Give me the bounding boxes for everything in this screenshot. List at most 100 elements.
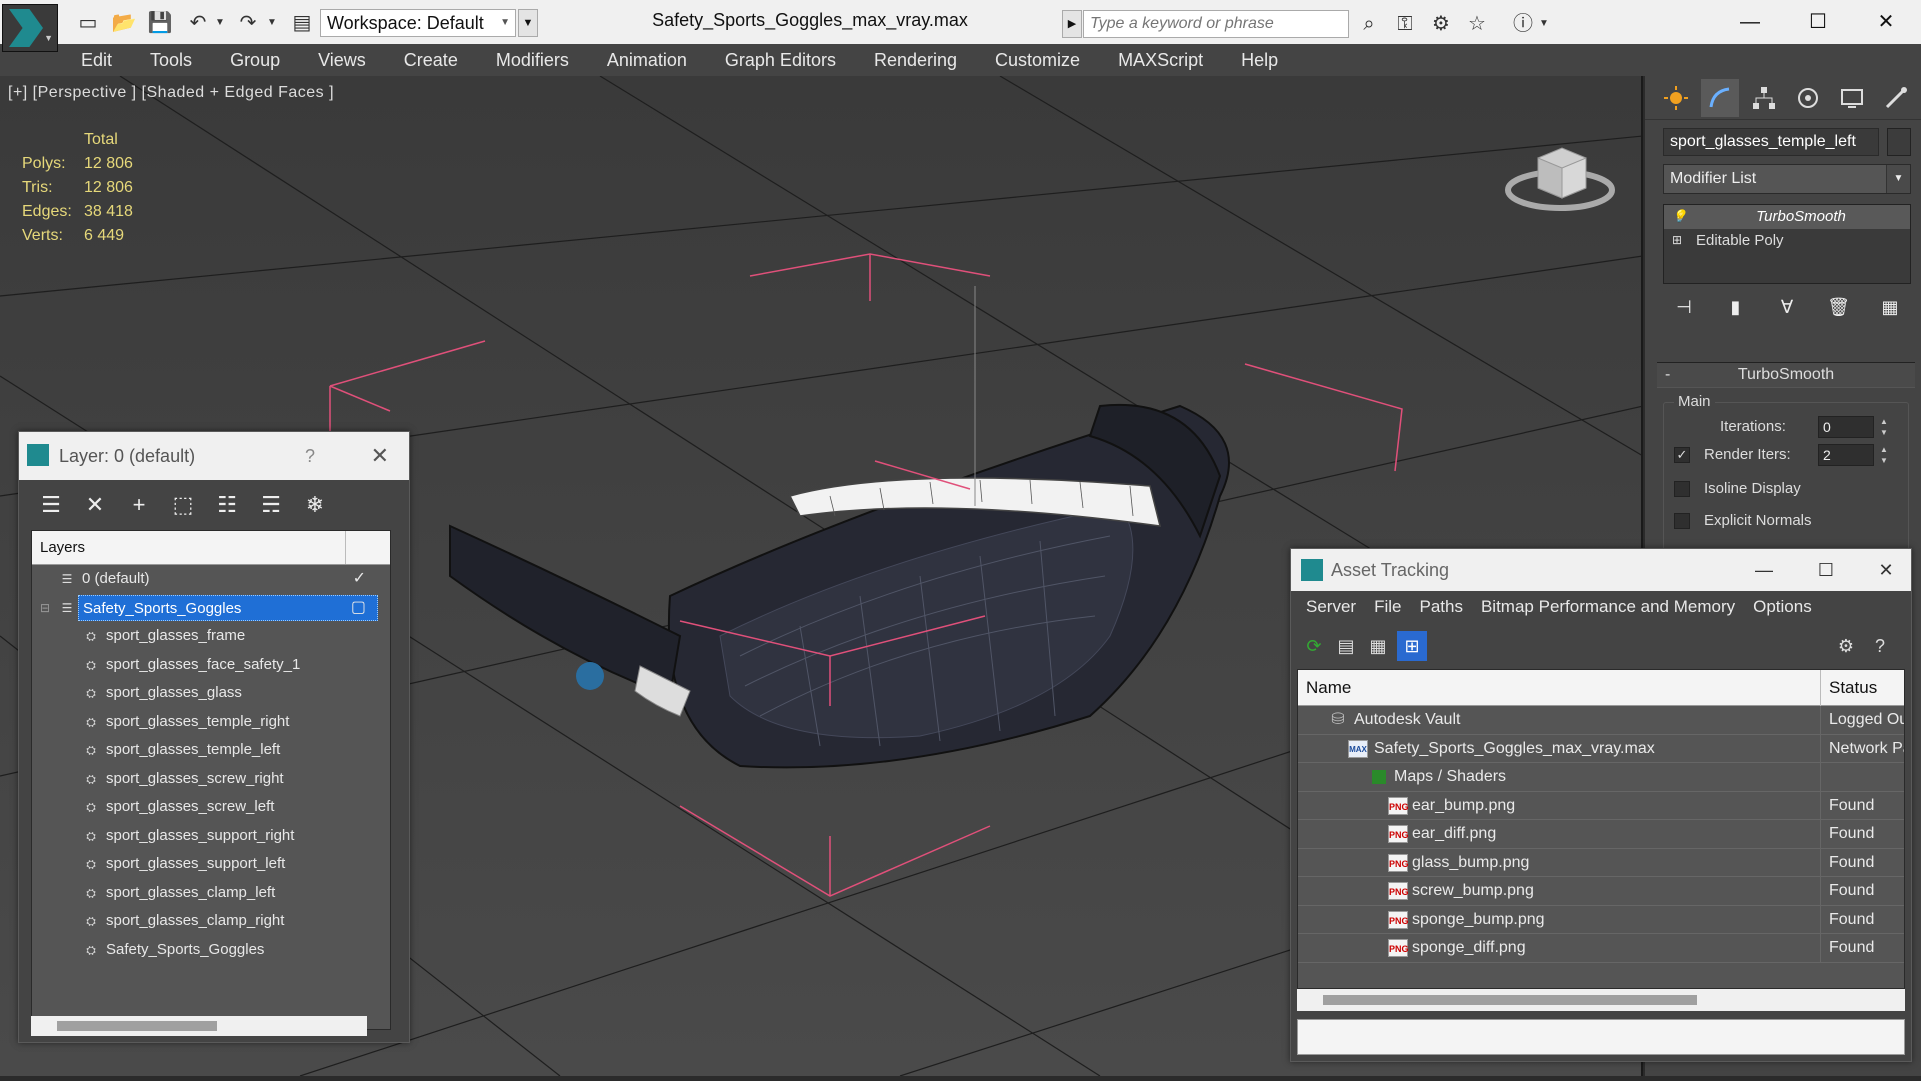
utilities-tab-icon[interactable] <box>1877 79 1915 117</box>
lightbulb-icon[interactable]: 💡 <box>1672 209 1687 223</box>
asset-menu-bitmap-performance[interactable]: Bitmap Performance and Memory <box>1472 591 1744 623</box>
create-layer-icon[interactable]: ☰ <box>35 489 67 521</box>
search-expand-button[interactable]: ▶ <box>1062 10 1082 38</box>
key-icon[interactable]: ⚿ <box>1390 10 1420 38</box>
expand-plus-icon[interactable]: ⊞ <box>1672 233 1686 247</box>
search-input[interactable] <box>1083 10 1349 38</box>
object-row[interactable]: ⛭ sport_glasses_support_right <box>32 822 390 851</box>
render-iters-checkbox[interactable]: ✓ <box>1674 447 1690 463</box>
new-file-icon[interactable]: ▭ <box>72 8 104 36</box>
delete-layer-icon[interactable]: ✕ <box>79 489 111 521</box>
spinner-arrows-icon[interactable]: ▲ ▼ <box>1878 444 1890 466</box>
modifier-list-dropdown[interactable]: Modifier List ▼ <box>1663 164 1911 194</box>
viewport-label[interactable]: [+] [Perspective ] [Shaded + Edged Faces… <box>8 84 334 102</box>
show-end-result-icon[interactable]: ▮ <box>1723 292 1749 322</box>
asset-row[interactable]: ⛁ Autodesk Vault Logged Ou <box>1298 706 1904 735</box>
column-header-status[interactable]: Status <box>1820 670 1877 706</box>
vault-login-icon[interactable]: ⚙ <box>1831 631 1861 661</box>
maximize-button[interactable]: ☐ <box>1801 549 1851 591</box>
asset-menu-server[interactable]: Server <box>1297 591 1365 623</box>
thumbnail-view-icon[interactable]: ▦ <box>1363 631 1393 661</box>
display-tab-icon[interactable] <box>1833 79 1871 117</box>
stack-item-editable-poly[interactable]: ⊞ Editable Poly <box>1664 229 1910 253</box>
menu-rendering[interactable]: Rendering <box>855 44 976 76</box>
object-row[interactable]: ⛭ sport_glasses_face_safety_1 <box>32 651 390 680</box>
spinner-arrows-icon[interactable]: ▲ ▼ <box>1878 416 1890 438</box>
object-row[interactable]: ⛭ sport_glasses_support_left <box>32 850 390 879</box>
object-row[interactable]: ⛭ sport_glasses_clamp_left <box>32 879 390 908</box>
menu-graph-editors[interactable]: Graph Editors <box>706 44 855 76</box>
help-icon[interactable]: ⓘ <box>1508 10 1538 38</box>
freeze-all-icon[interactable]: ❄ <box>299 489 331 521</box>
select-objects-icon[interactable]: ⬚ <box>167 489 199 521</box>
asset-table[interactable]: Name Status ⛁ Autodesk Vault Logged Ou M… <box>1297 669 1905 989</box>
add-to-layer-icon[interactable]: + <box>123 489 155 521</box>
asset-row[interactable]: PNG sponge_bump.png Found <box>1298 905 1904 934</box>
refresh-icon[interactable]: ⟳ <box>1299 631 1329 661</box>
pin-stack-icon[interactable]: ⊣ <box>1671 292 1697 322</box>
asset-dialog-titlebar[interactable]: Asset Tracking — ☐ ✕ <box>1291 549 1911 591</box>
column-header-name[interactable]: Name <box>1306 670 1351 706</box>
scrollbar-thumb[interactable] <box>1323 995 1697 1005</box>
asset-menu-paths[interactable]: Paths <box>1410 591 1471 623</box>
maximize-button[interactable]: ☐ <box>1788 4 1848 40</box>
configure-modifier-sets-icon[interactable]: ▦ <box>1877 292 1903 322</box>
asset-row[interactable]: PNG screw_bump.png Found <box>1298 877 1904 906</box>
minimize-button[interactable]: — <box>1720 4 1780 40</box>
object-row[interactable]: ⛭ sport_glasses_screw_left <box>32 793 390 822</box>
hide-all-icon[interactable]: ☴ <box>255 489 287 521</box>
modify-tab-icon[interactable] <box>1701 78 1739 117</box>
object-color-swatch[interactable] <box>1887 128 1911 156</box>
collapse-minus-icon[interactable]: ⊟ <box>38 601 52 615</box>
binoculars-icon[interactable]: ⌕ <box>1354 10 1384 38</box>
scrollbar-thumb[interactable] <box>57 1021 217 1031</box>
goggles-model[interactable] <box>449 403 1230 769</box>
asset-row[interactable]: MAX Safety_Sports_Goggles_max_vray.max N… <box>1298 734 1904 763</box>
exchange-icon[interactable]: ⚙ <box>1426 10 1456 38</box>
set-current-box-icon[interactable]: ▢ <box>351 594 366 622</box>
asset-path-field[interactable] <box>1297 1019 1905 1055</box>
menu-maxscript[interactable]: MAXScript <box>1099 44 1222 76</box>
open-file-icon[interactable]: 📂 <box>108 8 140 36</box>
menu-views[interactable]: Views <box>299 44 385 76</box>
vault-help-icon[interactable]: ? <box>1865 631 1895 661</box>
hierarchy-tab-icon[interactable] <box>1745 79 1783 117</box>
create-tab-icon[interactable] <box>1657 79 1695 117</box>
minimize-button[interactable]: — <box>1739 549 1789 591</box>
close-button[interactable]: ✕ <box>1861 549 1911 591</box>
render-iters-spinner[interactable]: 2 <box>1818 444 1874 466</box>
redo-dropdown-icon[interactable]: ▼ <box>264 8 280 36</box>
app-menu-button[interactable]: ▼ <box>2 4 58 52</box>
motion-tab-icon[interactable] <box>1789 79 1827 117</box>
favorites-star-icon[interactable]: ☆ <box>1462 10 1492 38</box>
object-row[interactable]: ⛭ Safety_Sports_Goggles <box>32 936 390 965</box>
iterations-spinner[interactable]: 0 <box>1818 416 1874 438</box>
remove-modifier-icon[interactable]: 🗑 <box>1826 292 1852 322</box>
object-row[interactable]: ⛭ sport_glasses_clamp_right <box>32 907 390 936</box>
object-row[interactable]: ⛭ sport_glasses_temple_right <box>32 708 390 737</box>
horizontal-scrollbar[interactable] <box>31 1016 367 1036</box>
object-row[interactable]: ⛭ sport_glasses_frame <box>32 622 390 651</box>
project-folder-icon[interactable]: ▤ <box>286 8 318 36</box>
menu-group[interactable]: Group <box>211 44 299 76</box>
help-dropdown-icon[interactable]: ▼ <box>1536 10 1552 38</box>
layers-column-header[interactable]: Layers <box>32 531 390 565</box>
undo-icon[interactable]: ↶ <box>182 8 214 36</box>
viewcube-icon[interactable] <box>1500 128 1620 218</box>
asset-row[interactable]: Maps / Shaders <box>1298 763 1904 792</box>
object-row[interactable]: ⛭ sport_glasses_temple_left <box>32 736 390 765</box>
object-name-field[interactable]: sport_glasses_temple_left <box>1663 128 1879 156</box>
isoline-display-checkbox[interactable] <box>1674 481 1690 497</box>
workspace-menu-button[interactable]: ▼ <box>518 9 538 37</box>
list-view-icon[interactable]: ▤ <box>1331 631 1361 661</box>
asset-row[interactable]: PNG ear_diff.png Found <box>1298 820 1904 849</box>
asset-menu-options[interactable]: Options <box>1744 591 1821 623</box>
close-icon[interactable]: ✕ <box>371 432 389 480</box>
menu-customize[interactable]: Customize <box>976 44 1099 76</box>
layer-dialog-titlebar[interactable]: Layer: 0 (default) ? ✕ <box>19 432 409 480</box>
menu-modifiers[interactable]: Modifiers <box>477 44 588 76</box>
asset-row[interactable]: PNG sponge_diff.png Found <box>1298 934 1904 963</box>
menu-help[interactable]: Help <box>1222 44 1297 76</box>
layer-row[interactable]: ☰ 0 (default) ✓ <box>32 565 390 594</box>
close-button[interactable]: ✕ <box>1856 4 1916 40</box>
